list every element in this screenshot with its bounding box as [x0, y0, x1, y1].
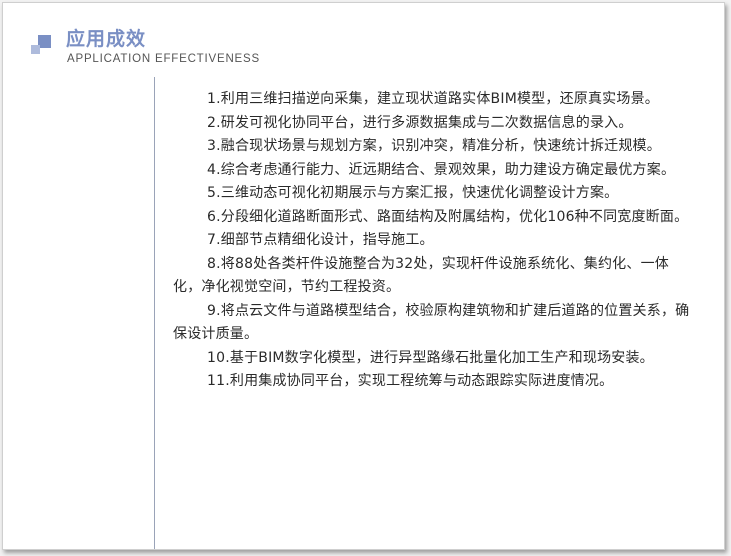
list-item: 9.将点云文件与道路模型结合，校验原构建筑物和扩建后道路的位置关系，确保设计质量…: [173, 302, 690, 343]
section-title: 应用成效: [66, 28, 147, 50]
list-item: 1.利用三维扫描逆向采集，建立现状道路实体BIM模型，还原真实场景。: [207, 91, 659, 107]
list-item: 3.融合现状场景与规划方案，识别冲突，精准分析，快速统计拆迁规模。: [207, 138, 661, 154]
list-item: 5.三维动态可视化初期展示与方案汇报，快速优化调整设计方案。: [207, 185, 619, 201]
vertical-divider: [154, 77, 155, 549]
section-subtitle: APPLICATION EFFECTIVENESS: [67, 53, 260, 65]
list-item: 10.基于BIM数字化模型，进行异型路缘石批量化加工生产和现场安装。: [207, 349, 654, 366]
list-item: 6.分段细化道路断面形式、路面结构及附属结构，优化106种不同宽度断面。: [207, 208, 689, 225]
list-item: 7.细部节点精细化设计，指导施工。: [207, 232, 434, 248]
list-item: 4.综合考虑通行能力、近远期结合、景观效果，助力建设方确定最优方案。: [207, 161, 676, 178]
list-item: 8.将88处各类杆件设施整合为32处，实现杆件设施系统化、集约化、一体化，净化视…: [173, 255, 669, 296]
content-panel: 应用成效 APPLICATION EFFECTIVENESS 1.利用三维扫描逆…: [2, 2, 725, 550]
list-item: 2.研发可视化协同平台，进行多源数据集成与二次数据信息的录入。: [207, 114, 633, 131]
effectiveness-list: 1.利用三维扫描逆向采集，建立现状道路实体BIM模型，还原真实场景。 2.研发可…: [173, 88, 693, 394]
header-square-small: [31, 45, 40, 54]
list-item: 11.利用集成协同平台，实现工程统筹与动态跟踪实际进度情况。: [207, 373, 614, 389]
header-squares-icon: [31, 35, 51, 55]
